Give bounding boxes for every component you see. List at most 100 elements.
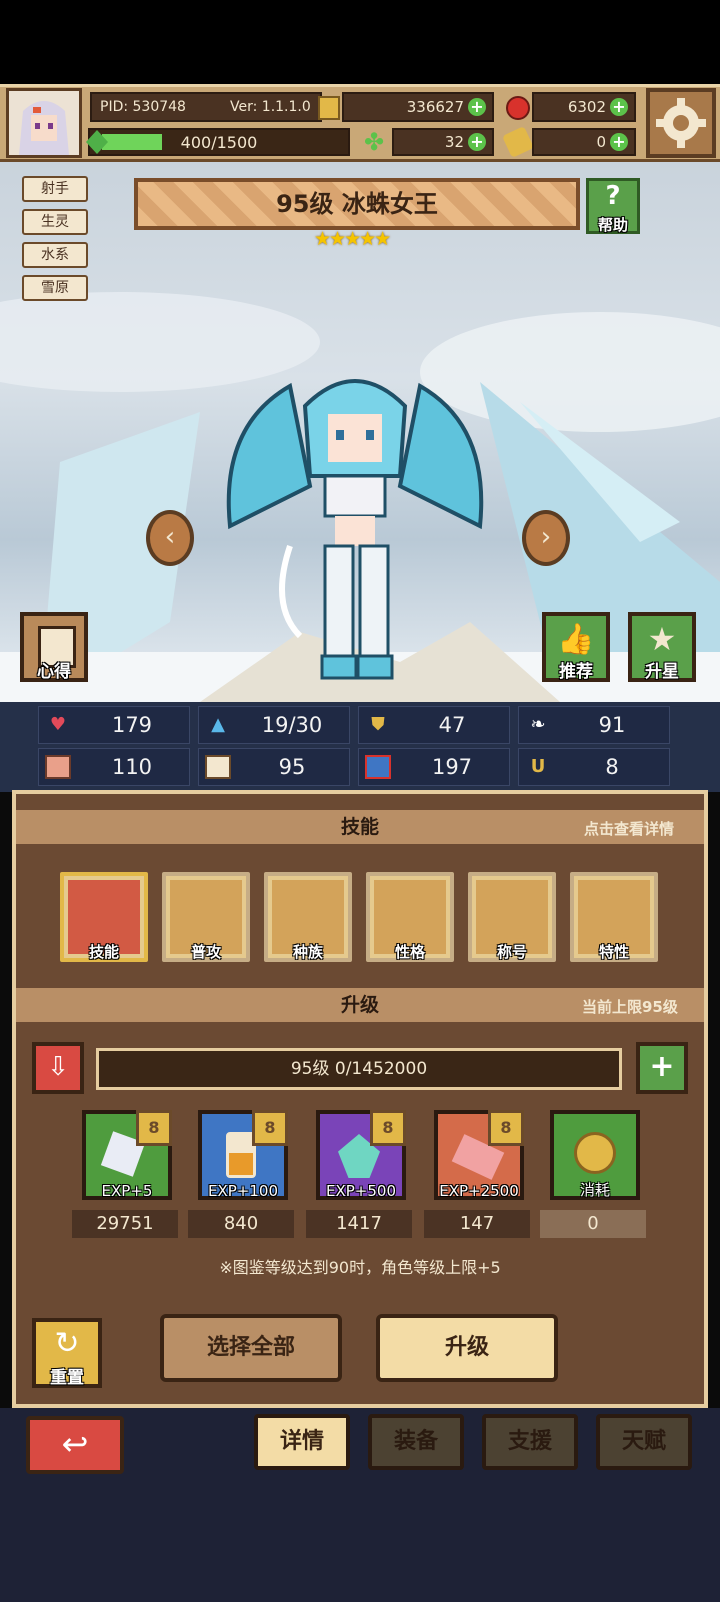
- clover-icon: ✤: [364, 128, 385, 156]
- pid-text: PID: 530748: [100, 99, 186, 115]
- refresh-icon: ↻: [54, 1326, 80, 1361]
- recommend-button[interactable]: 👍 推荐: [542, 612, 610, 682]
- add-clover-button[interactable]: +: [468, 133, 486, 151]
- skills-hint[interactable]: 点击查看详情: [584, 818, 674, 839]
- exp-item-count: 29751: [72, 1210, 178, 1238]
- exp-item-5[interactable]: 8 EXP+5: [82, 1110, 172, 1200]
- reset-label: 重置: [50, 1368, 84, 1388]
- drop-icon: ▲: [211, 714, 225, 735]
- stat-hp: ♥ 179: [38, 706, 190, 744]
- ticket-counter: 0 +: [532, 128, 636, 156]
- shield-icon: ⛊: [371, 714, 385, 735]
- recommend-label: 推荐: [559, 662, 593, 682]
- tag-water: 水系: [22, 242, 88, 268]
- ice-spider-queen-sprite: [226, 379, 484, 680]
- next-character-button[interactable]: ›: [522, 510, 570, 566]
- skill-slot-race[interactable]: 种族: [264, 872, 352, 962]
- exp-item-2500[interactable]: 8 EXP+2500: [434, 1110, 524, 1200]
- stat-value: 91: [598, 713, 626, 737]
- gold-cost-item: 消耗: [550, 1110, 640, 1200]
- upgrade-button[interactable]: 升级: [376, 1314, 558, 1382]
- stat-value: 95: [278, 755, 306, 779]
- player-info-panel: PID: 530748 Ver: 1.1.1.0: [90, 92, 322, 122]
- notes-label: 心得: [37, 662, 71, 682]
- player-avatar[interactable]: [6, 88, 82, 158]
- stat-value: 19/30: [261, 713, 323, 737]
- gem-counter: 6302 +: [532, 92, 636, 122]
- exp-item-100[interactable]: 8 EXP+100: [198, 1110, 288, 1200]
- stat-value: 8: [605, 755, 619, 779]
- skill-slot-trait[interactable]: 特性: [570, 872, 658, 962]
- gold-coin-icon: [318, 96, 340, 120]
- stat-speed: ❧ 91: [518, 706, 670, 744]
- reset-button[interactable]: ↻ 重置: [32, 1318, 102, 1388]
- tab-talent[interactable]: 天赋: [596, 1414, 692, 1470]
- tag-snowfield: 雪原: [22, 275, 88, 301]
- thumbs-up-icon: 👍: [557, 622, 595, 657]
- gold-value: 336627: [406, 98, 464, 116]
- ticket-value: 0: [596, 133, 606, 151]
- stat-luck: U 8: [518, 748, 670, 786]
- cost-label: 消耗: [579, 1181, 610, 1199]
- book-icon: [205, 755, 231, 779]
- star-up-button[interactable]: ★ 升星: [628, 612, 696, 682]
- exp-item-label: EXP+2500: [439, 1182, 519, 1200]
- plus-icon: +: [649, 1049, 675, 1084]
- stat-value: 179: [111, 713, 153, 737]
- chevron-left-icon: ‹: [164, 522, 176, 552]
- question-icon: ?: [605, 181, 621, 211]
- back-button[interactable]: ↩: [26, 1416, 124, 1474]
- stat-mana: ▲ 19/30: [198, 706, 350, 744]
- skill-slot-label: 特性: [598, 943, 629, 961]
- notes-button[interactable]: 心得: [20, 612, 88, 682]
- stat-value: 197: [431, 755, 473, 779]
- stat-value: 47: [438, 713, 466, 737]
- gold-counter: 336627 +: [342, 92, 494, 122]
- gold-badge-icon: 8: [136, 1110, 172, 1146]
- add-ticket-button[interactable]: +: [610, 133, 628, 151]
- tab-details[interactable]: 详情: [254, 1414, 350, 1470]
- clover-counter: 32 +: [392, 128, 494, 156]
- back-arrow-icon: ↩: [61, 1425, 89, 1463]
- gold-badge-icon: 8: [370, 1110, 406, 1146]
- chevron-right-icon: ›: [540, 522, 552, 552]
- upgrade-title: 升级: [340, 994, 379, 1016]
- download-icon: ⇩: [47, 1052, 69, 1082]
- skill-slot-label: 种族: [292, 943, 323, 961]
- tab-support[interactable]: 支援: [482, 1414, 578, 1470]
- add-gem-button[interactable]: +: [610, 98, 628, 116]
- exp-item-500[interactable]: 8 EXP+500: [316, 1110, 406, 1200]
- exp-bar: 95级 0/1452000: [96, 1048, 622, 1090]
- exp-item-label: EXP+500: [326, 1182, 396, 1200]
- skill-slot-label: 称号: [496, 943, 527, 961]
- fist-icon: [45, 755, 71, 779]
- gold-coin-icon: [574, 1132, 616, 1174]
- stat-attack: 110: [38, 748, 190, 786]
- select-all-button[interactable]: 选择全部: [160, 1314, 342, 1382]
- download-level-button[interactable]: ⇩: [32, 1042, 84, 1094]
- settings-button[interactable]: [646, 88, 716, 158]
- tab-equipment[interactable]: 装备: [368, 1414, 464, 1470]
- heart-icon: ♥: [49, 714, 67, 735]
- gem-value: 6302: [567, 98, 606, 116]
- tag-living: 生灵: [22, 209, 88, 235]
- exp-item-count: 840: [188, 1210, 294, 1238]
- tag-archer: 射手: [22, 176, 88, 202]
- skill-slot-label: 普攻: [190, 943, 221, 961]
- ruby-icon: [506, 96, 530, 120]
- prev-character-button[interactable]: ‹: [146, 510, 194, 566]
- clover-value: 32: [444, 133, 464, 151]
- skill-slot-skill[interactable]: 技能: [60, 872, 148, 962]
- skill-slot-normal-attack[interactable]: 普攻: [162, 872, 250, 962]
- wing-icon: ❧: [530, 714, 546, 735]
- gold-cost-count: 0: [540, 1210, 646, 1238]
- skill-slot-label: 技能: [88, 943, 119, 961]
- add-exp-button[interactable]: +: [636, 1042, 688, 1094]
- add-gold-button[interactable]: +: [468, 98, 486, 116]
- version-text: Ver: 1.1.1.0: [230, 99, 311, 115]
- skill-slot-personality[interactable]: 性格: [366, 872, 454, 962]
- skill-slot-title[interactable]: 称号: [468, 872, 556, 962]
- star-up-label: 升星: [645, 662, 679, 682]
- level-cap-note: ※图鉴等级达到90时，角色等级上限+5: [219, 1258, 501, 1277]
- help-button[interactable]: ? 帮助: [586, 178, 640, 234]
